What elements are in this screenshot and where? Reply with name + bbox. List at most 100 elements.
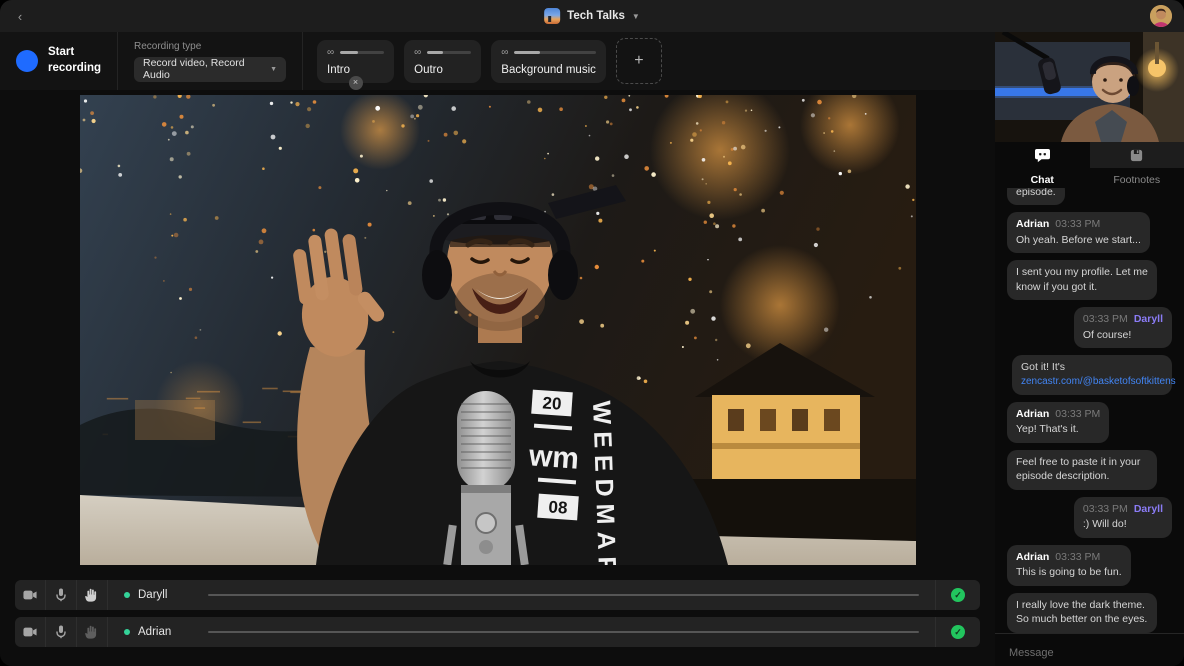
svg-text:wm: wm <box>526 439 579 475</box>
participant-name: Adrian <box>138 626 171 638</box>
raise-hand-toggle[interactable] <box>77 580 107 610</box>
chat-text: Feel free to paste it in your episode de… <box>1016 455 1148 484</box>
chevron-down-icon: ▼ <box>632 12 640 21</box>
tab-chat-label: Chat <box>1031 174 1054 186</box>
remove-media-icon[interactable]: × <box>349 76 363 90</box>
app-window: ‹ Tech Talks ▼ Start recording <box>0 0 1184 666</box>
top-bar: ‹ Tech Talks ▼ <box>0 0 1184 32</box>
recording-type-label: Recording type <box>134 41 201 52</box>
raise-hand-toggle[interactable] <box>77 617 107 647</box>
participant-row: Daryll ✓ <box>15 580 980 610</box>
svg-text:WEEDMAPS: WEEDMAPS <box>587 400 622 565</box>
show-title: Tech Talks <box>567 10 625 22</box>
tab-footnotes-label: Footnotes <box>1113 174 1160 186</box>
media-progress-bar <box>514 51 595 54</box>
participants-panel: Daryll ✓ <box>15 580 980 647</box>
connection-check-icon: ✓ <box>951 625 965 639</box>
chat-composer <box>995 633 1184 666</box>
speaker-video-scene: WEEDMAPS 20 wm 08 <box>80 95 916 565</box>
chat-message: episode. <box>1007 188 1065 205</box>
chat-text: I sent you my profile. Let me know if yo… <box>1016 265 1148 294</box>
audio-waveform <box>208 631 919 633</box>
recording-type-value: Record video, Record Audio <box>143 57 270 81</box>
presence-dot <box>124 629 130 635</box>
media-card[interactable]: ∞ Background music <box>491 40 606 83</box>
media-card-label: Background music <box>501 64 596 76</box>
mic-toggle[interactable] <box>46 617 76 647</box>
chat-text: Oh yeah. Before we start... <box>1016 233 1141 247</box>
add-media-button[interactable]: + <box>616 38 662 84</box>
user-avatar[interactable] <box>1150 5 1172 27</box>
avatar-image <box>1150 5 1172 27</box>
recording-toolbar: Start recording Recording type Record vi… <box>0 32 995 90</box>
chat-message: Adrian 03:33 PM This is going to be fun. <box>1007 545 1131 586</box>
camera-toggle[interactable] <box>15 617 45 647</box>
media-card[interactable]: ∞ Intro × <box>317 40 394 83</box>
chat-message: Daryll 03:33 PM Of course! <box>1074 307 1172 348</box>
chat-author: Adrian <box>1016 407 1049 421</box>
audio-waveform <box>208 594 919 596</box>
presence-dot <box>124 592 130 598</box>
hand-icon <box>85 625 99 639</box>
chat-message-header: Adrian 03:33 PM <box>1016 550 1122 564</box>
camera-icon <box>23 588 37 602</box>
main-column: Start recording Recording type Record vi… <box>0 32 995 666</box>
media-progress-bar <box>427 51 471 54</box>
back-icon[interactable]: ‹ <box>10 6 30 26</box>
speaker-video: WEEDMAPS 20 wm 08 <box>80 95 916 565</box>
chat-message-list: episode. Adrian 03:33 PM Oh yeah. Before… <box>995 188 1184 633</box>
chat-author: Daryll <box>1134 502 1163 516</box>
tab-chat[interactable]: Chat <box>995 142 1090 188</box>
participant-name: Daryll <box>138 589 167 601</box>
chat-message-header: Adrian 03:33 PM <box>1016 217 1141 231</box>
media-card[interactable]: ∞ Outro <box>404 40 481 83</box>
show-switcher[interactable]: Tech Talks ▼ <box>544 0 640 32</box>
chat-text: I really love the dark theme. So much be… <box>1016 598 1148 627</box>
chat-link[interactable]: zencastr.com/@basketofsoftkittens <box>1021 375 1163 389</box>
chat-message: I sent you my profile. Let me know if yo… <box>1007 260 1157 300</box>
connection-check-icon: ✓ <box>951 588 965 602</box>
chat-message: Got it! It's zencastr.com/@basketofsoftk… <box>1012 355 1172 394</box>
loop-icon: ∞ <box>327 48 334 58</box>
start-recording-button[interactable]: Start recording <box>0 32 118 90</box>
footnotes-icon <box>1129 148 1144 163</box>
participant-row: Adrian ✓ <box>15 617 980 647</box>
chat-message-header: Daryll 03:33 PM <box>1083 502 1163 516</box>
recording-type-select[interactable]: Record video, Record Audio ▼ <box>134 57 286 82</box>
chat-timestamp: 03:33 PM <box>1055 407 1100 421</box>
chat-text: Got it! It's <box>1021 360 1163 374</box>
mic-icon <box>54 588 68 602</box>
chat-timestamp: 03:33 PM <box>1083 312 1128 326</box>
chat-message-header: Daryll 03:33 PM <box>1083 312 1163 326</box>
camera-toggle[interactable] <box>15 580 45 610</box>
message-input[interactable] <box>1009 647 1170 659</box>
camera-icon <box>23 625 37 639</box>
chat-message-header: Adrian 03:33 PM <box>1016 407 1100 421</box>
chat-text: Of course! <box>1083 328 1163 342</box>
tab-footnotes[interactable]: Footnotes <box>1090 142 1184 188</box>
recording-type-section: Recording type Record video, Record Audi… <box>118 32 303 90</box>
chat-author: Adrian <box>1016 550 1049 564</box>
chat-timestamp: 03:33 PM <box>1083 502 1128 516</box>
chat-message: I really love the dark theme. So much be… <box>1007 593 1157 633</box>
stage: WEEDMAPS 20 wm 08 <box>0 90 995 666</box>
chat-message: Daryll 03:33 PM :) Will do! <box>1074 497 1172 538</box>
chat-timestamp: 03:33 PM <box>1055 550 1100 564</box>
self-video-preview <box>995 32 1184 142</box>
chat-text: :) Will do! <box>1083 517 1163 531</box>
loop-icon: ∞ <box>501 48 508 58</box>
mic-toggle[interactable] <box>46 580 76 610</box>
chat-message: Adrian 03:33 PM Yep! That's it. <box>1007 402 1109 443</box>
sidebar: Chat Footnotes episode. Adr <box>995 32 1184 666</box>
chat-message: Feel free to paste it in your episode de… <box>1007 450 1157 490</box>
sidebar-tabs: Chat Footnotes <box>995 142 1184 188</box>
chat-text: Yep! That's it. <box>1016 422 1100 436</box>
media-cards-section: ∞ Intro × ∞ Outro ∞ Background music + <box>303 32 676 90</box>
media-card-label: Intro <box>327 64 384 76</box>
chat-text: episode. <box>1016 188 1056 199</box>
mic-icon <box>54 625 68 639</box>
chat-author: Daryll <box>1134 312 1163 326</box>
hand-icon <box>85 588 99 602</box>
media-card-label: Outro <box>414 64 471 76</box>
chat-text: This is going to be fun. <box>1016 565 1122 579</box>
